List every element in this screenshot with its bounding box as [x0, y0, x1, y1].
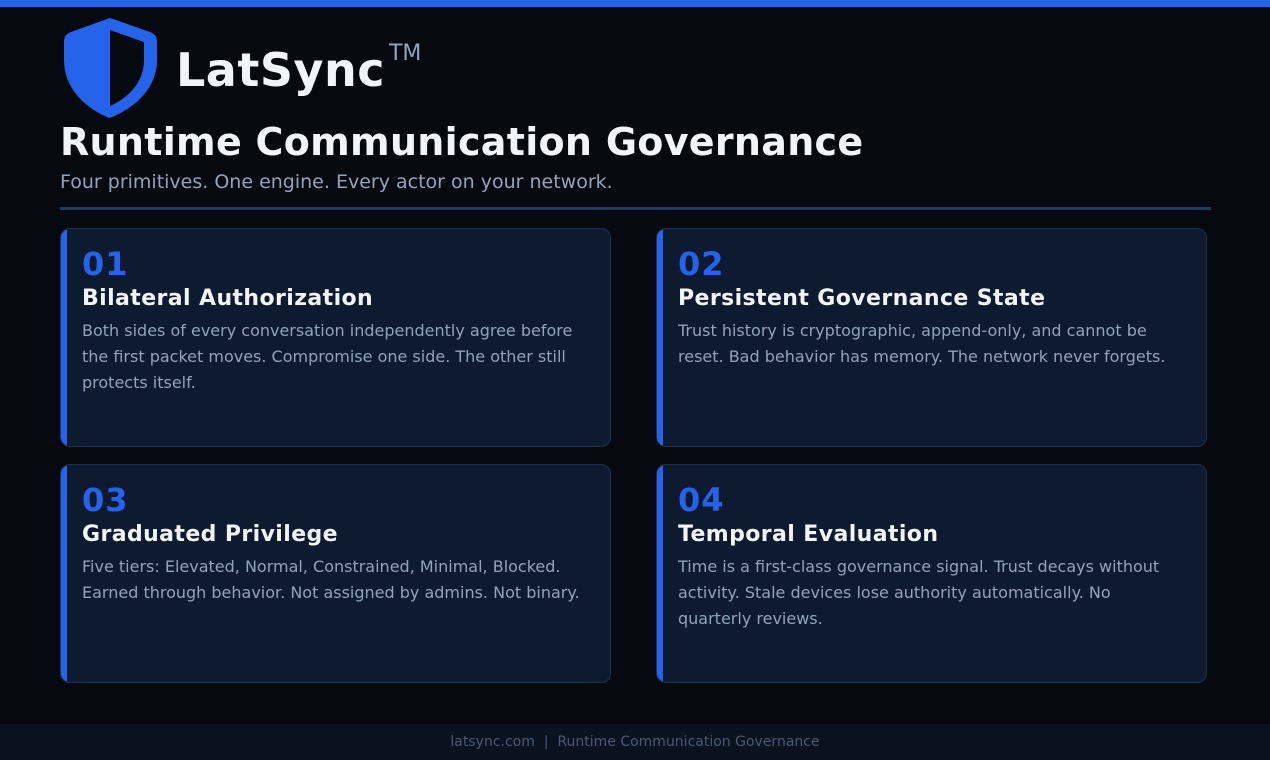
card-description: Time is a first-class governance signal.…	[678, 557, 1160, 628]
card-number: 03	[82, 481, 129, 519]
divider	[60, 207, 1211, 210]
page-title: Runtime Communication Governance	[60, 120, 864, 164]
card-description: Both sides of every conversation indepen…	[82, 321, 573, 392]
card-accent-bar	[61, 229, 67, 446]
primitive-card-persistent-governance-state: 02 Persistent Governance State Trust his…	[656, 228, 1207, 447]
card-number: 04	[678, 481, 725, 519]
brand-name: LatSync	[176, 43, 385, 97]
card-title: Temporal Evaluation	[678, 522, 939, 547]
card-description: Trust history is cryptographic, append-o…	[678, 321, 1166, 366]
top-accent-bar	[0, 0, 1270, 7]
card-title: Persistent Governance State	[678, 286, 1046, 311]
primitive-card-temporal-evaluation: 04 Temporal Evaluation Time is a first-c…	[656, 464, 1207, 683]
brand-header: LatSync TM	[62, 16, 421, 120]
card-accent-bar	[61, 465, 67, 682]
trademark-mark: TM	[388, 41, 422, 66]
primitive-card-bilateral-authorization: 01 Bilateral Authorization Both sides of…	[60, 228, 611, 447]
primitive-card-graduated-privilege: 03 Graduated Privilege Five tiers: Eleva…	[60, 464, 611, 683]
shield-icon	[62, 16, 158, 120]
card-accent-bar	[657, 465, 663, 682]
card-title: Graduated Privilege	[82, 522, 338, 547]
card-description: Five tiers: Elevated, Normal, Constraine…	[82, 557, 580, 602]
footer-text: latsync.com | Runtime Communication Gove…	[450, 734, 820, 750]
card-accent-bar	[657, 229, 663, 446]
footer: latsync.com | Runtime Communication Gove…	[0, 724, 1270, 760]
card-number: 01	[82, 245, 129, 283]
card-title: Bilateral Authorization	[82, 286, 374, 311]
card-number: 02	[678, 245, 725, 283]
page-subtitle: Four primitives. One engine. Every actor…	[60, 171, 613, 193]
